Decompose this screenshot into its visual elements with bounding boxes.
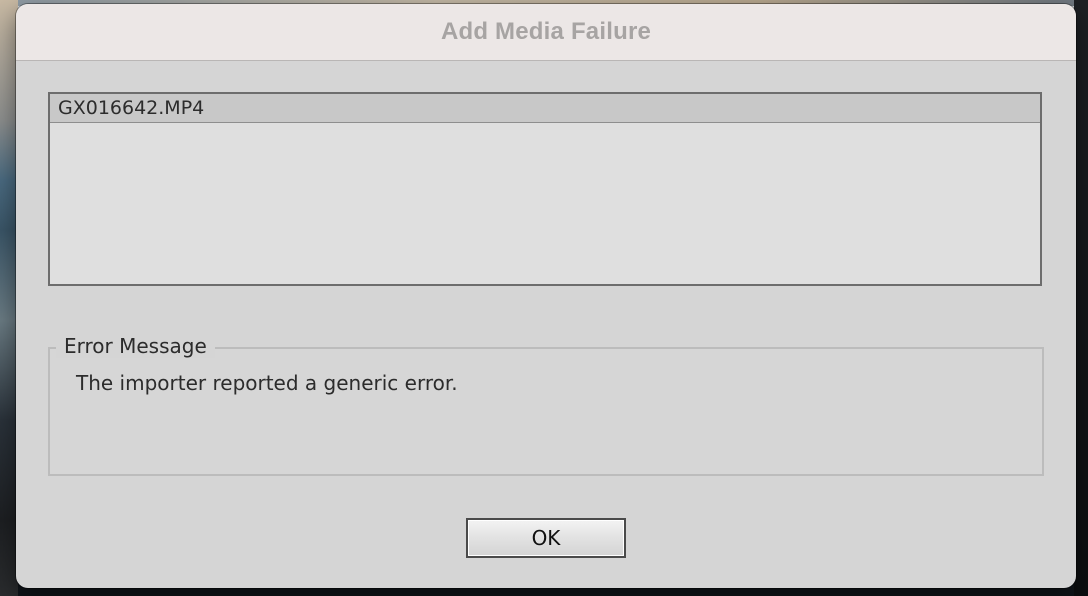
list-item[interactable]: GX016642.MP4 bbox=[50, 94, 1040, 123]
error-message-legend: Error Message bbox=[56, 334, 215, 358]
ok-button[interactable]: OK bbox=[466, 518, 626, 558]
file-name: GX016642.MP4 bbox=[58, 97, 205, 119]
error-message-group bbox=[48, 347, 1044, 476]
dialog-title: Add Media Failure bbox=[440, 18, 652, 45]
failed-files-list[interactable]: GX016642.MP4 bbox=[48, 92, 1042, 286]
add-media-failure-dialog: Add Media Failure GX016642.MP4 Error Mes… bbox=[16, 4, 1076, 588]
error-message-text: The importer reported a generic error. bbox=[76, 371, 458, 395]
desktop-background-right bbox=[1074, 0, 1088, 596]
dialog-titlebar[interactable]: Add Media Failure bbox=[16, 4, 1076, 61]
